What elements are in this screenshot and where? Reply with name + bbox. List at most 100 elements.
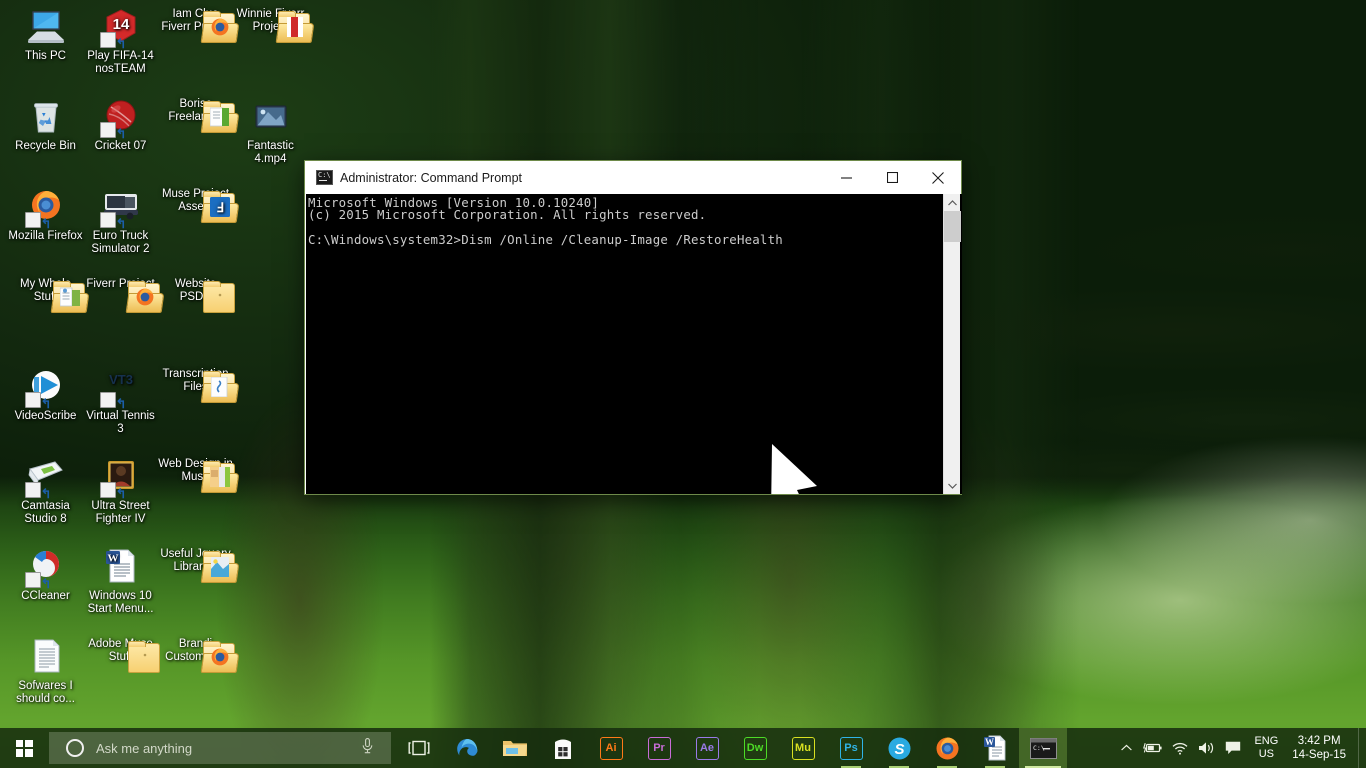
taskbar-app-muse[interactable]: Mu bbox=[779, 728, 827, 768]
desktop-icon[interactable]: This PC bbox=[8, 8, 83, 63]
desktop-icon-label: Camtasia Studio 8 bbox=[8, 500, 83, 526]
clock[interactable]: 3:42 PM 14-Sep-15 bbox=[1286, 728, 1358, 768]
cortana-icon[interactable] bbox=[66, 739, 84, 757]
desktop-icon[interactable]: CCleaner bbox=[8, 548, 83, 603]
desktop-icon-label: CCleaner bbox=[8, 590, 83, 603]
desktop-icon-label: Play FIFA-14 nosTEAM bbox=[83, 50, 158, 76]
battery-icon[interactable] bbox=[1138, 728, 1167, 768]
desktop-icon[interactable]: Adobe Muse Stuff bbox=[83, 638, 158, 664]
svg-text:W: W bbox=[985, 737, 994, 747]
edge-icon bbox=[455, 736, 480, 761]
folder-shape bbox=[203, 103, 235, 133]
task-view-icon bbox=[408, 740, 430, 756]
desktop-icon[interactable]: Borisc Freelanc... bbox=[158, 98, 233, 124]
console-scrollbar[interactable] bbox=[943, 194, 960, 494]
folder-shape bbox=[203, 463, 235, 493]
desktop-icon[interactable]: Fantastic 4.mp4 bbox=[233, 98, 308, 166]
start-button[interactable] bbox=[0, 728, 48, 768]
taskbar-app-list: AiPrAe Dw Mu Ps S W C:\ bbox=[443, 728, 1067, 768]
close-button[interactable] bbox=[915, 162, 961, 194]
desktop-icon-label: Ultra Street Fighter IV bbox=[83, 500, 158, 526]
folder-shape bbox=[203, 643, 235, 673]
desktop-icon[interactable]: My Whole Stuff bbox=[8, 278, 83, 304]
desktop-icon[interactable]: Mozilla Firefox bbox=[8, 188, 83, 243]
desktop-icon[interactable]: VideoScribe bbox=[8, 368, 83, 423]
search-input[interactable]: Ask me anything bbox=[49, 732, 391, 764]
file-explorer-icon bbox=[502, 737, 528, 759]
desktop-icon[interactable]: Fiverr Project bbox=[83, 278, 158, 291]
this-pc-icon bbox=[25, 37, 67, 49]
word-icon: W bbox=[983, 735, 1007, 761]
folder-inner-icon bbox=[210, 377, 230, 397]
taskbar[interactable]: Ask me anything bbox=[0, 728, 1366, 768]
window-titlebar[interactable]: Administrator: Command Prompt bbox=[305, 161, 961, 194]
taskbar-app-explorer[interactable] bbox=[491, 728, 539, 768]
desktop-icon[interactable]: Sofwares I should co... bbox=[8, 638, 83, 706]
taskbar-app-photoshop[interactable]: Ps bbox=[827, 728, 875, 768]
windows-logo-icon bbox=[16, 740, 33, 757]
folder-shape bbox=[203, 553, 235, 583]
taskbar-app-word[interactable]: W bbox=[971, 728, 1019, 768]
folder-shape bbox=[203, 283, 235, 313]
taskbar-app-illustrator[interactable]: Ai bbox=[587, 728, 635, 768]
taskbar-app-cmd[interactable]: C:\ bbox=[1019, 728, 1067, 768]
desktop-icon[interactable]: VT3 Virtual Tennis 3 bbox=[83, 368, 158, 436]
desktop-icon[interactable]: Useful Jquery Libraries bbox=[158, 548, 233, 574]
language-indicator[interactable]: ENG US bbox=[1246, 728, 1286, 768]
adobe-muse-icon: Mu bbox=[792, 737, 815, 760]
scroll-down-icon[interactable] bbox=[944, 477, 961, 494]
desktop-icon[interactable]: Iam Clue Fiverr Project bbox=[158, 8, 233, 34]
desktop-icon-label: Virtual Tennis 3 bbox=[83, 410, 158, 436]
desktop-icon[interactable]: Brandi Custom C... bbox=[158, 638, 233, 664]
folder-shape bbox=[278, 13, 310, 43]
taskbar-app-dreamweaver[interactable]: Dw bbox=[731, 728, 779, 768]
minimize-button[interactable] bbox=[823, 162, 869, 194]
desktop-icon[interactable]: Camtasia Studio 8 bbox=[8, 458, 83, 526]
taskbar-app-aftereffects[interactable]: Ae bbox=[683, 728, 731, 768]
taskbar-app-store[interactable] bbox=[539, 728, 587, 768]
system-tray: ENG US 3:42 PM 14-Sep-15 bbox=[1114, 728, 1366, 768]
desktop-icon[interactable]: Winnie Fiverr Project bbox=[233, 8, 308, 34]
folder-inner-icon bbox=[210, 17, 230, 37]
maximize-button[interactable] bbox=[869, 162, 915, 194]
microphone-icon[interactable] bbox=[362, 738, 373, 759]
folder-inner-icon bbox=[210, 647, 230, 667]
desktop-icon[interactable]: Recycle Bin bbox=[8, 98, 83, 153]
taskbar-app-skype[interactable]: S bbox=[875, 728, 923, 768]
euro-truck-icon bbox=[100, 217, 142, 229]
cricket-07-icon bbox=[100, 127, 142, 139]
desktop-icon[interactable]: W Windows 10 Start Menu... bbox=[83, 548, 158, 616]
window-title: Administrator: Command Prompt bbox=[340, 171, 823, 185]
camtasia-icon bbox=[25, 487, 67, 499]
scroll-up-icon[interactable] bbox=[944, 194, 961, 211]
desktop-icon[interactable]: Ultra Street Fighter IV bbox=[83, 458, 158, 526]
taskbar-app-edge[interactable] bbox=[443, 728, 491, 768]
adobe-dreamweaver-icon: Dw bbox=[744, 737, 767, 760]
virtual-tennis-icon: VT3 bbox=[100, 397, 142, 409]
wifi-icon[interactable] bbox=[1167, 728, 1193, 768]
desktop-icon[interactable]: Website PSD's bbox=[158, 278, 233, 304]
desktop-icon[interactable]: Web Design in Muse bbox=[158, 458, 233, 484]
show-hidden-icons-chevron-icon[interactable] bbox=[1114, 728, 1138, 768]
command-prompt-window[interactable]: Administrator: Command Prompt Microsoft … bbox=[304, 160, 962, 495]
videoscribe-icon bbox=[25, 397, 67, 409]
desktop-icon[interactable]: Cricket 07 bbox=[83, 98, 158, 153]
folder-inner-icon bbox=[285, 17, 305, 37]
desktop-icon-label: Windows 10 Start Menu... bbox=[83, 590, 158, 616]
show-desktop-button[interactable] bbox=[1358, 728, 1366, 768]
taskbar-app-firefox[interactable] bbox=[923, 728, 971, 768]
desktop-icon[interactable]: 14 Play FIFA-14 nosTEAM bbox=[83, 8, 158, 76]
volume-icon[interactable] bbox=[1193, 728, 1220, 768]
desktop-icon-label: This PC bbox=[8, 50, 83, 63]
scrollbar-thumb[interactable] bbox=[944, 211, 961, 242]
console-output-area[interactable]: Microsoft Windows [Version 10.0.10240] (… bbox=[306, 194, 962, 494]
desktop-icon[interactable]: ℲMuse Project Assets bbox=[158, 188, 233, 214]
desktop-icon-label: Mozilla Firefox bbox=[8, 230, 83, 243]
desktop-icon[interactable]: Transcription Files bbox=[158, 368, 233, 394]
task-view-button[interactable] bbox=[395, 728, 443, 768]
action-center-icon[interactable] bbox=[1220, 728, 1246, 768]
desktop-icon-grid: This PC 14 Play FIFA-14 nosTEAMIam Clue … bbox=[0, 0, 300, 720]
taskbar-app-premiere[interactable]: Pr bbox=[635, 728, 683, 768]
folder-inner-icon bbox=[135, 647, 155, 667]
desktop-icon[interactable]: Euro Truck Simulator 2 bbox=[83, 188, 158, 256]
